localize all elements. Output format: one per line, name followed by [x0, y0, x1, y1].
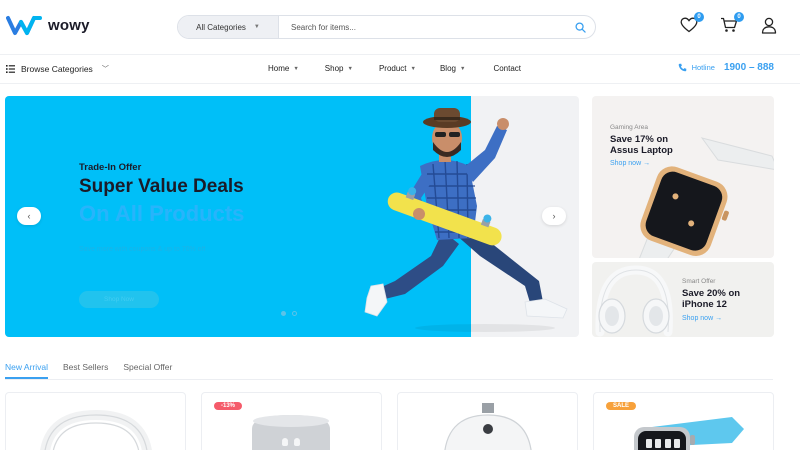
hotline[interactable]: Hotline 1900 – 888 — [678, 62, 774, 73]
hero-shop-now-button[interactable]: Shop Now — [79, 291, 159, 308]
headphones-image — [40, 409, 152, 450]
slider-next-button[interactable]: › — [542, 207, 566, 225]
chevron-down-icon: ▼ — [347, 65, 353, 72]
category-select-label: All Categories — [196, 22, 246, 32]
site-header: wowy All Categories ▼ 0 0 — [0, 0, 800, 55]
nav-blog[interactable]: Blog ▼ — [440, 64, 465, 73]
main-nav: Browse Categories ﹀ Home ▼ Shop ▼ Produc… — [0, 56, 800, 84]
nav-shop-label: Shop — [324, 64, 344, 73]
hero-subtitle: Trade-In Offer — [79, 162, 142, 173]
search-bar: All Categories ▼ — [177, 15, 596, 39]
nav-blog-label: Blog — [439, 64, 456, 73]
product-card[interactable]: -13% — [201, 392, 382, 450]
chevron-down-icon: ▼ — [410, 65, 416, 72]
nav-product[interactable]: Product ▼ — [379, 64, 416, 73]
slider-dots — [281, 311, 297, 316]
browse-categories-label: Browse Categories — [21, 64, 93, 74]
nav-product-label: Product — [378, 64, 407, 73]
chevron-down-icon: ▼ — [253, 24, 260, 30]
banner-kicker: Smart Offer — [682, 278, 716, 285]
nav-contact-label: Contact — [493, 64, 522, 73]
wishlist-count-badge: 0 — [694, 12, 704, 22]
headphones-image — [595, 265, 673, 337]
nav-links: Home ▼ Shop ▼ Product ▼ Blog ▼ Contact — [268, 64, 521, 73]
header-actions: 0 0 — [678, 12, 780, 36]
banner-kicker: Gaming Area — [610, 124, 648, 131]
hero-slider: Trade-In Offer Super Value Deals On All … — [5, 96, 579, 337]
hotline-label: Hotline — [691, 63, 715, 72]
cart-button[interactable]: 0 — [718, 12, 744, 36]
tab-new-arrival[interactable]: New Arrival — [5, 362, 48, 379]
banner-title-line1: Save 20% on — [682, 288, 741, 299]
logo[interactable]: wowy — [6, 14, 90, 36]
wishlist-button[interactable]: 0 — [678, 12, 704, 36]
product-card[interactable] — [5, 392, 186, 450]
hotline-number: 1900 – 888 — [723, 62, 774, 73]
smart-speaker-image — [252, 415, 330, 450]
slider-dot-2[interactable] — [292, 311, 297, 316]
nav-contact[interactable]: Contact — [493, 64, 521, 73]
smartwatch-image — [639, 137, 774, 258]
search-icon — [574, 21, 586, 33]
browse-categories-button[interactable]: Browse Categories ﹀ — [6, 64, 109, 74]
product-grid: -13% SALE — [5, 392, 775, 450]
nav-home[interactable]: Home ▼ — [268, 64, 299, 73]
cart-count-badge: 0 — [734, 12, 744, 22]
account-button[interactable] — [758, 14, 780, 36]
search-button[interactable] — [565, 16, 595, 38]
chevron-left-icon: ‹ — [27, 211, 31, 221]
product-card[interactable]: SALE — [593, 392, 774, 450]
chevron-down-icon: ▼ — [459, 65, 466, 72]
security-camera-image — [444, 403, 532, 450]
logo-w-icon — [6, 16, 42, 35]
list-icon — [6, 65, 15, 73]
sale-badge: SALE — [606, 402, 637, 410]
product-tabs: New Arrival Best Sellers Special Offer — [5, 362, 773, 380]
phone-icon — [678, 63, 686, 72]
tab-best-sellers[interactable]: Best Sellers — [63, 362, 108, 379]
product-card[interactable] — [397, 392, 578, 450]
discount-badge: -13% — [214, 402, 243, 410]
banner-gaming-area[interactable]: Gaming Area Save 17% on Assus Laptop Sho… — [592, 96, 774, 258]
logo-text: wowy — [48, 16, 90, 34]
category-select[interactable]: All Categories ▼ — [178, 16, 279, 38]
tab-special-offer[interactable]: Special Offer — [123, 362, 172, 379]
slider-dot-1[interactable] — [281, 311, 286, 316]
hero-model-image — [364, 108, 568, 332]
smartwatch-image — [634, 417, 744, 450]
hero-description: Save more with coupons & up to 70% off — [79, 246, 206, 253]
slider-prev-button[interactable]: ‹ — [17, 207, 41, 225]
hero-title: Super Value Deals — [79, 176, 244, 197]
chevron-down-icon: ﹀ — [101, 66, 109, 73]
chevron-right-icon: › — [552, 211, 556, 221]
chevron-down-icon: ▼ — [293, 65, 299, 72]
banner-title-line2: iPhone 12 — [682, 299, 727, 310]
search-input[interactable] — [279, 22, 565, 32]
banner-shop-now-link[interactable]: Shop now → — [682, 315, 722, 322]
banner-smart-offer[interactable]: Smart Offer Save 20% on iPhone 12 Shop n… — [592, 262, 774, 337]
user-icon — [761, 17, 777, 34]
nav-shop[interactable]: Shop ▼ — [325, 64, 353, 73]
hero-title-secondary: On All Products — [79, 201, 245, 226]
nav-home-label: Home — [268, 64, 290, 73]
